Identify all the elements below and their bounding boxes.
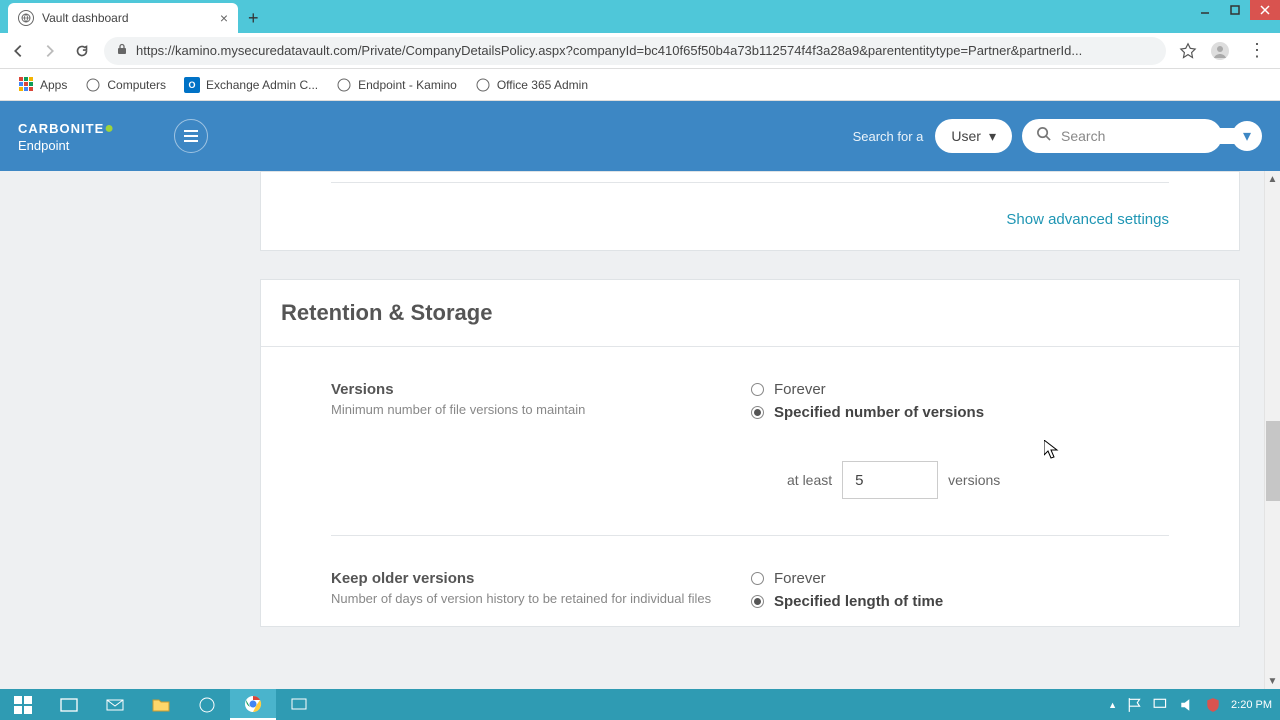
bookmark-label: Exchange Admin C... <box>206 78 318 92</box>
apps-icon <box>18 77 34 93</box>
tab-close-icon[interactable]: × <box>220 10 228 26</box>
keep-forever-radio[interactable]: Forever <box>751 570 1169 587</box>
content-area: Show advanced settings Retention & Stora… <box>0 171 1280 689</box>
retention-title: Retention & Storage <box>261 280 1239 347</box>
app-header: CARBONITE● Endpoint Search for a User ▾ … <box>0 101 1280 171</box>
browser-tab[interactable]: Vault dashboard × <box>8 3 238 33</box>
divider <box>331 182 1169 183</box>
taskbar-clock[interactable]: 2:20 PM <box>1231 699 1272 711</box>
scroll-down-icon[interactable]: ▼ <box>1265 673 1280 689</box>
tab-strip: Vault dashboard × + <box>0 0 1280 33</box>
close-window-button[interactable] <box>1250 0 1280 20</box>
radio-icon <box>751 383 764 396</box>
search-input[interactable] <box>1061 128 1242 144</box>
header-dropdown-button[interactable]: ▾ <box>1232 121 1262 151</box>
bookmark-label: Endpoint - Kamino <box>358 78 457 92</box>
taskbar-mail[interactable] <box>92 689 138 720</box>
versions-desc: Minimum number of file versions to maint… <box>331 402 751 417</box>
reload-button[interactable] <box>72 41 92 61</box>
atleast-label: at least <box>787 472 832 488</box>
taskbar: ▲ 2:20 PM <box>0 689 1280 720</box>
brand-dot-icon: ● <box>104 120 114 137</box>
globe-icon <box>18 10 34 26</box>
radio-label: Forever <box>774 381 826 398</box>
brand-name: CARBONITE <box>18 121 104 136</box>
scroll-up-icon[interactable]: ▲ <box>1265 171 1280 187</box>
scrollbar-thumb[interactable] <box>1266 421 1280 501</box>
apps-bookmark[interactable]: Apps <box>12 73 73 97</box>
tray-shield-icon[interactable] <box>1205 697 1221 713</box>
globe-icon <box>336 77 352 93</box>
globe-icon <box>85 77 101 93</box>
browser-menu-button[interactable]: ⋮ <box>1242 40 1272 61</box>
apps-label: Apps <box>40 78 67 92</box>
search-box[interactable] <box>1022 119 1222 153</box>
keep-desc: Number of days of version history to be … <box>331 591 751 606</box>
menu-toggle-button[interactable] <box>174 119 208 153</box>
address-bar: https://kamino.mysecuredatavault.com/Pri… <box>0 33 1280 69</box>
taskbar-files[interactable] <box>138 689 184 720</box>
brand-subtitle: Endpoint <box>18 138 114 154</box>
versions-count-input[interactable] <box>842 461 938 499</box>
radio-label: Forever <box>774 570 826 587</box>
taskbar-app2[interactable] <box>276 689 322 720</box>
tray-flag-icon[interactable] <box>1127 697 1143 713</box>
profile-icon[interactable] <box>1210 41 1230 61</box>
endpoint-bookmark[interactable]: Endpoint - Kamino <box>330 73 463 97</box>
versions-specified-radio[interactable]: Specified number of versions <box>751 404 1169 421</box>
settings-card-top: Show advanced settings <box>260 171 1240 251</box>
radio-icon <box>751 406 764 419</box>
computers-bookmark[interactable]: Computers <box>79 73 172 97</box>
scope-label: User <box>951 128 981 144</box>
radio-label: Specified number of versions <box>774 404 984 421</box>
vertical-scrollbar[interactable]: ▲ ▼ <box>1264 171 1280 689</box>
minimize-button[interactable] <box>1190 0 1220 20</box>
keep-specified-radio[interactable]: Specified length of time <box>751 593 1169 610</box>
versions-forever-radio[interactable]: Forever <box>751 381 1169 398</box>
caret-down-icon: ▾ <box>1243 126 1251 146</box>
retention-card: Retention & Storage Versions Minimum num… <box>260 279 1240 627</box>
radio-label: Specified length of time <box>774 593 943 610</box>
new-tab-button[interactable]: + <box>238 3 269 33</box>
radio-icon <box>751 595 764 608</box>
forward-button[interactable] <box>40 41 60 61</box>
keep-label: Keep older versions <box>331 570 751 587</box>
outlook-icon: O <box>184 77 200 93</box>
url-text: https://kamino.mysecuredatavault.com/Pri… <box>136 43 1082 58</box>
search-icon <box>1036 126 1051 146</box>
logo: CARBONITE● Endpoint <box>18 119 114 154</box>
url-input[interactable]: https://kamino.mysecuredatavault.com/Pri… <box>104 37 1166 65</box>
start-button[interactable] <box>0 689 46 720</box>
globe-icon <box>475 77 491 93</box>
hamburger-icon <box>184 130 198 142</box>
lock-icon <box>116 43 128 58</box>
caret-down-icon: ▾ <box>989 128 996 145</box>
bookmark-label: Computers <box>107 78 166 92</box>
bookmarks-bar: Apps Computers O Exchange Admin C... End… <box>0 69 1280 101</box>
taskbar-explorer[interactable] <box>46 689 92 720</box>
search-scope-dropdown[interactable]: User ▾ <box>935 119 1012 153</box>
bookmark-label: Office 365 Admin <box>497 78 588 92</box>
exchange-bookmark[interactable]: O Exchange Admin C... <box>178 73 324 97</box>
taskbar-chrome[interactable] <box>230 689 276 720</box>
radio-icon <box>751 572 764 585</box>
tray-up-icon[interactable]: ▲ <box>1108 700 1117 710</box>
versions-unit-label: versions <box>948 472 1000 488</box>
maximize-button[interactable] <box>1220 0 1250 20</box>
versions-label: Versions <box>331 381 751 398</box>
show-advanced-link[interactable]: Show advanced settings <box>331 211 1169 228</box>
office-bookmark[interactable]: Office 365 Admin <box>469 73 594 97</box>
tray-network-icon[interactable] <box>1153 697 1169 713</box>
search-for-label: Search for a <box>853 129 924 144</box>
back-button[interactable] <box>8 41 28 61</box>
tab-title: Vault dashboard <box>42 11 129 25</box>
star-icon[interactable] <box>1178 41 1198 61</box>
tray-volume-icon[interactable] <box>1179 697 1195 713</box>
divider <box>331 535 1169 536</box>
taskbar-app1[interactable] <box>184 689 230 720</box>
